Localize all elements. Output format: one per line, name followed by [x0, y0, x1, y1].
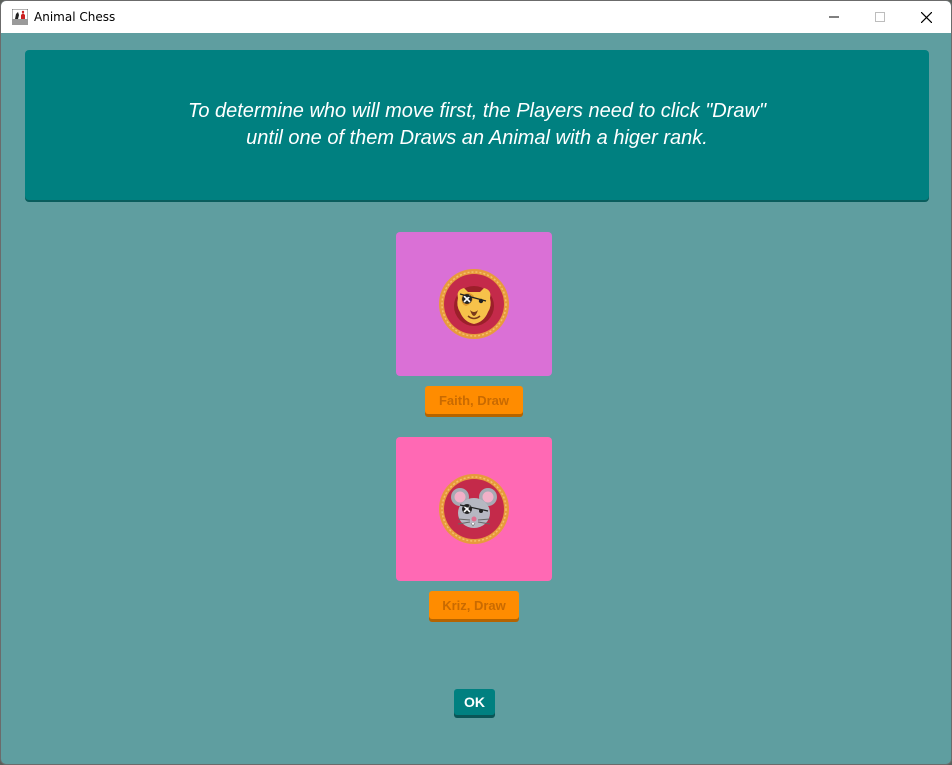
chess-pieces-icon: [12, 9, 28, 25]
ok-button[interactable]: OK: [454, 689, 495, 715]
player-1-draw-button[interactable]: Faith, Draw: [425, 386, 523, 414]
pirate-mouse-icon: [439, 474, 509, 544]
instructions-line-2: until one of them Draws an Animal with a…: [246, 127, 708, 149]
minimize-button[interactable]: [811, 1, 857, 33]
dialog-content: To determine who will move first, the Pl…: [5, 33, 947, 761]
maximize-icon: [875, 12, 885, 22]
app-window: Animal Chess To determine who will move …: [0, 0, 952, 765]
pirate-lion-icon: [439, 269, 509, 339]
minimize-icon: [829, 16, 839, 18]
window-title: Animal Chess: [34, 10, 116, 24]
title-bar[interactable]: Animal Chess: [1, 1, 951, 33]
player-1-card: [396, 232, 552, 376]
close-button[interactable]: [903, 1, 949, 33]
maximize-button[interactable]: [857, 1, 903, 33]
instructions-banner: To determine who will move first, the Pl…: [25, 50, 929, 200]
player-2-draw-button[interactable]: Kriz, Draw: [429, 591, 519, 619]
close-icon: [920, 11, 932, 23]
player-2-card: [396, 437, 552, 581]
instructions-line-1: To determine who will move first, the Pl…: [187, 100, 767, 122]
